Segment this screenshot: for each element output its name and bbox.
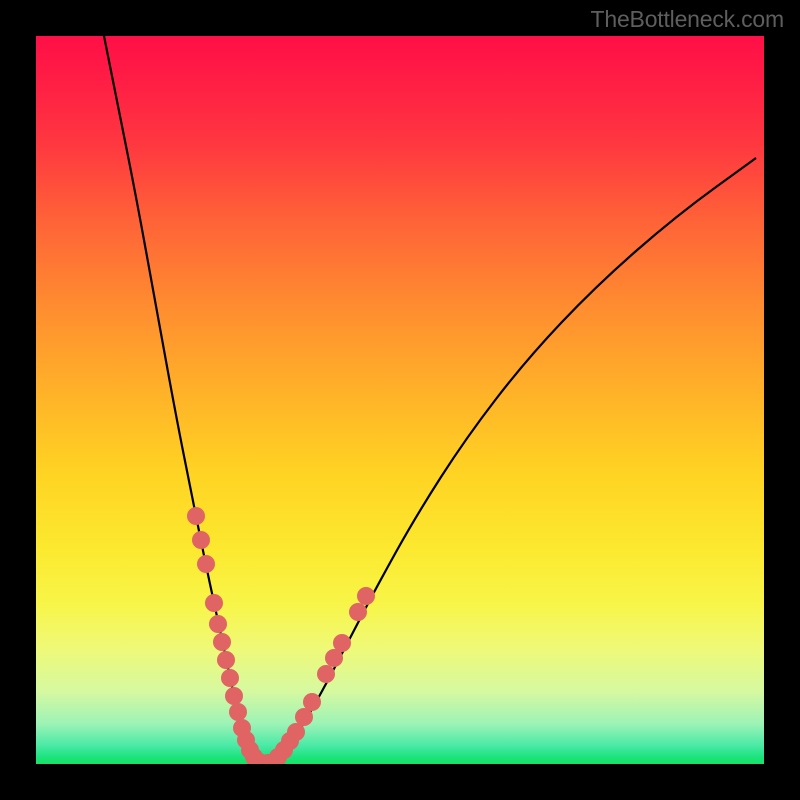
chart-frame: TheBottleneck.com [0, 0, 800, 800]
plot-area [36, 36, 764, 764]
watermark-text: TheBottleneck.com [591, 6, 784, 33]
